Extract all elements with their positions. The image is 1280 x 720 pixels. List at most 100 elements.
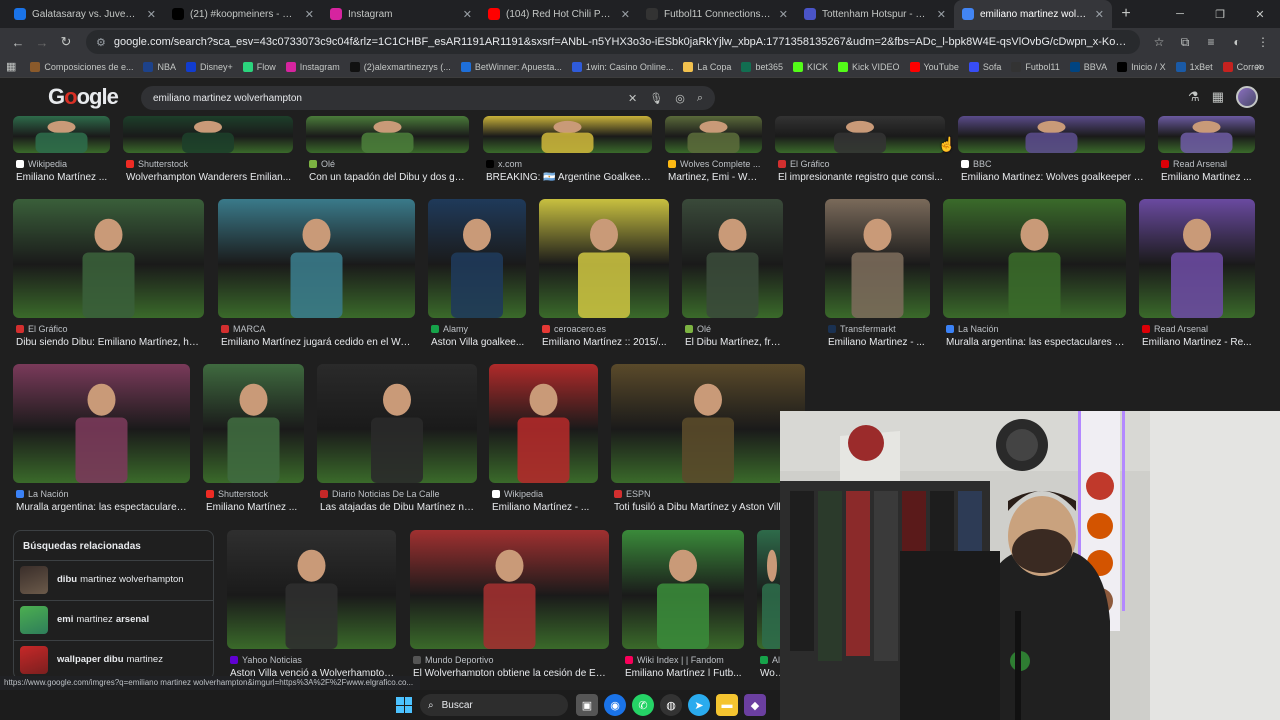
- bookmark-item[interactable]: Inicio / X: [1117, 61, 1166, 72]
- bookmark-item[interactable]: (2)alexmartinezrys (...: [349, 61, 451, 72]
- result-caption[interactable]: Emiliano Martínez ...: [206, 502, 303, 513]
- result-caption[interactable]: Emiliano Martínez | Futb...: [625, 668, 743, 676]
- result-caption[interactable]: Toti fusiló a Dibu Martínez y Aston Vill…: [614, 502, 804, 513]
- close-tab-icon[interactable]: ✕: [147, 8, 156, 21]
- result-caption[interactable]: Emiliano Martínez jugará cedido en el Wo…: [221, 337, 414, 348]
- result-thumbnail[interactable]: [825, 199, 930, 318]
- result-thumbnail[interactable]: [682, 199, 783, 318]
- result-caption[interactable]: Martinez, Emi - Wo...: [668, 172, 761, 183]
- result-source[interactable]: El Gráfico: [778, 159, 830, 169]
- result-source[interactable]: Yahoo Noticias: [230, 655, 302, 665]
- site-info-icon[interactable]: ⚙: [96, 36, 106, 49]
- file-explorer-icon[interactable]: ▬: [716, 694, 738, 716]
- image-result-card[interactable]: Read Arsenal Emiliano Martinez ...: [1158, 116, 1255, 203]
- image-result-card[interactable]: ESPN Toti fusiló a Dibu Martínez y Aston …: [611, 364, 805, 533]
- result-caption[interactable]: Wolverhampton Wanderers Emilian...: [126, 172, 292, 183]
- result-caption[interactable]: Emiliano Martinez - ...: [828, 337, 929, 348]
- lens-search-icon[interactable]: ◎: [675, 92, 685, 105]
- bookmark-item[interactable]: 1win: Casino Online...: [571, 61, 673, 72]
- bookmark-item[interactable]: BetWinner: Apuesta...: [460, 61, 562, 72]
- bookmark-item[interactable]: KICK: [792, 61, 828, 72]
- result-thumbnail[interactable]: [123, 116, 293, 153]
- result-caption[interactable]: BREAKING: 🇦🇷 Argentine Goalkeep...: [486, 172, 651, 183]
- media-controls-icon[interactable]: ≡: [1200, 31, 1222, 53]
- image-result-card[interactable]: Read Arsenal Emiliano Martinez - Re...: [1139, 199, 1255, 368]
- image-result-card[interactable]: Alamy Aston Villa goalkee...: [428, 199, 526, 368]
- result-thumbnail[interactable]: [611, 364, 805, 483]
- image-result-card[interactable]: Wiki Index | | Fandom Emiliano Martínez |…: [622, 530, 744, 676]
- image-result-card[interactable]: Olé Con un tapadón del Dibu y dos gol...: [306, 116, 469, 203]
- close-tab-icon[interactable]: ✕: [621, 8, 630, 21]
- result-caption[interactable]: Dibu siendo Dibu: Emiliano Martínez, hér…: [16, 337, 203, 348]
- result-source[interactable]: Wikipedia: [16, 159, 67, 169]
- task-view-icon[interactable]: ▣: [576, 694, 598, 716]
- result-thumbnail[interactable]: [306, 116, 469, 153]
- image-result-card[interactable]: Wolves Complete ... Martinez, Emi - Wo...: [665, 116, 762, 203]
- result-caption[interactable]: Aston Villa venció a Wolverhampton...: [230, 668, 395, 676]
- result-caption[interactable]: Emiliano Martínez ...: [16, 172, 109, 183]
- telegram-icon[interactable]: ➤: [688, 694, 710, 716]
- browser-tab[interactable]: Galatasaray vs. Juventus | Disne✕: [6, 0, 164, 28]
- result-thumbnail[interactable]: [13, 116, 110, 153]
- browser-tab[interactable]: (104) Red Hot Chili Pepper ✕: [480, 0, 638, 28]
- result-thumbnail[interactable]: [539, 199, 669, 318]
- image-result-card[interactable]: Shutterstock Emiliano Martínez ...: [203, 364, 304, 533]
- bookmark-item[interactable]: BBVA: [1069, 61, 1107, 72]
- result-source[interactable]: Read Arsenal: [1161, 159, 1227, 169]
- bookmark-star-icon[interactable]: ☆: [1148, 31, 1170, 53]
- image-result-card[interactable]: MARCA Emiliano Martínez jugará cedido en …: [218, 199, 415, 368]
- search-box[interactable]: emiliano martinez wolverhampton ✕ 🎙 ◎ ⌕: [141, 86, 715, 110]
- obs-icon[interactable]: ◍: [660, 694, 682, 716]
- image-result-card[interactable]: ceroacero.es Emiliano Martínez :: 2015/..…: [539, 199, 669, 368]
- result-caption[interactable]: Aston Villa goalkee...: [431, 337, 525, 348]
- bookmark-item[interactable]: Sofa: [968, 61, 1001, 72]
- image-result-card[interactable]: El Gráfico El impresionante registro que …: [775, 116, 945, 203]
- result-source[interactable]: Mundo Deportivo: [413, 655, 494, 665]
- image-result-card[interactable]: Wikipedia Emiliano Martínez ...: [13, 116, 110, 203]
- related-search-item[interactable]: emi martinez arsenal: [14, 600, 213, 638]
- apps-grid-icon[interactable]: ▦: [6, 60, 16, 73]
- result-source[interactable]: La Nación: [16, 489, 69, 499]
- bookmark-item[interactable]: Futbol11: [1011, 61, 1060, 72]
- result-source[interactable]: Olé: [309, 159, 335, 169]
- result-caption[interactable]: Emiliano Martínez - ...: [492, 502, 597, 513]
- image-result-card[interactable]: Yahoo Noticias Aston Villa venció a Wolve…: [227, 530, 396, 676]
- windows-start-icon[interactable]: [396, 697, 412, 713]
- image-result-card[interactable]: x.com BREAKING: 🇦🇷 Argentine Goalkeep...: [483, 116, 652, 203]
- result-thumbnail[interactable]: [622, 530, 744, 649]
- app-icon[interactable]: ◆: [744, 694, 766, 716]
- result-source[interactable]: ceroacero.es: [542, 324, 606, 334]
- result-caption[interactable]: El Dibu Martínez, frustrado...: [685, 337, 782, 348]
- result-caption[interactable]: Muralla argentina: las espectaculares a.…: [946, 337, 1125, 348]
- close-tab-icon[interactable]: ✕: [937, 8, 946, 21]
- image-result-card[interactable]: Shutterstock Wolverhampton Wanderers Emil…: [123, 116, 293, 203]
- result-caption[interactable]: Emiliano Martinez: Wolves goalkeeper o..…: [961, 172, 1144, 183]
- related-search-item[interactable]: dibu martinez wolverhampton: [14, 560, 213, 598]
- bookmark-item[interactable]: 1xBet: [1175, 61, 1213, 72]
- result-thumbnail[interactable]: [203, 364, 304, 483]
- result-thumbnail[interactable]: [775, 116, 945, 153]
- result-thumbnail[interactable]: [428, 199, 526, 318]
- account-avatar[interactable]: [1236, 86, 1258, 108]
- result-caption[interactable]: Muralla argentina: las espectaculares...: [16, 502, 189, 513]
- profile-icon[interactable]: ◐: [1226, 31, 1248, 53]
- result-caption[interactable]: El impresionante registro que consi...: [778, 172, 944, 183]
- minimize-button[interactable]: ─: [1160, 0, 1200, 28]
- image-result-card[interactable]: Wikipedia Emiliano Martínez - ...: [489, 364, 598, 533]
- close-tab-icon[interactable]: ✕: [305, 8, 314, 21]
- result-source[interactable]: Wolves Complete ...: [668, 159, 760, 169]
- reload-button[interactable]: ↻: [54, 30, 78, 54]
- search-submit-icon[interactable]: ⌕: [697, 92, 703, 105]
- labs-flask-icon[interactable]: ⚗: [1188, 89, 1200, 105]
- search-query[interactable]: emiliano martinez wolverhampton: [153, 93, 616, 104]
- browser-tab[interactable]: Tottenham Hotspur - Manchest✕: [796, 0, 954, 28]
- bookmark-item[interactable]: YouTube: [909, 61, 959, 72]
- image-result-card[interactable]: Transfermarkt Emiliano Martinez - ...: [825, 199, 930, 368]
- result-source[interactable]: Read Arsenal: [1142, 324, 1208, 334]
- result-source[interactable]: Shutterstock: [206, 489, 268, 499]
- chrome-icon[interactable]: ◉: [604, 694, 626, 716]
- result-thumbnail[interactable]: [665, 116, 762, 153]
- result-source[interactable]: El Gráfico: [16, 324, 68, 334]
- result-thumbnail[interactable]: [483, 116, 652, 153]
- result-source[interactable]: Alamy: [431, 324, 468, 334]
